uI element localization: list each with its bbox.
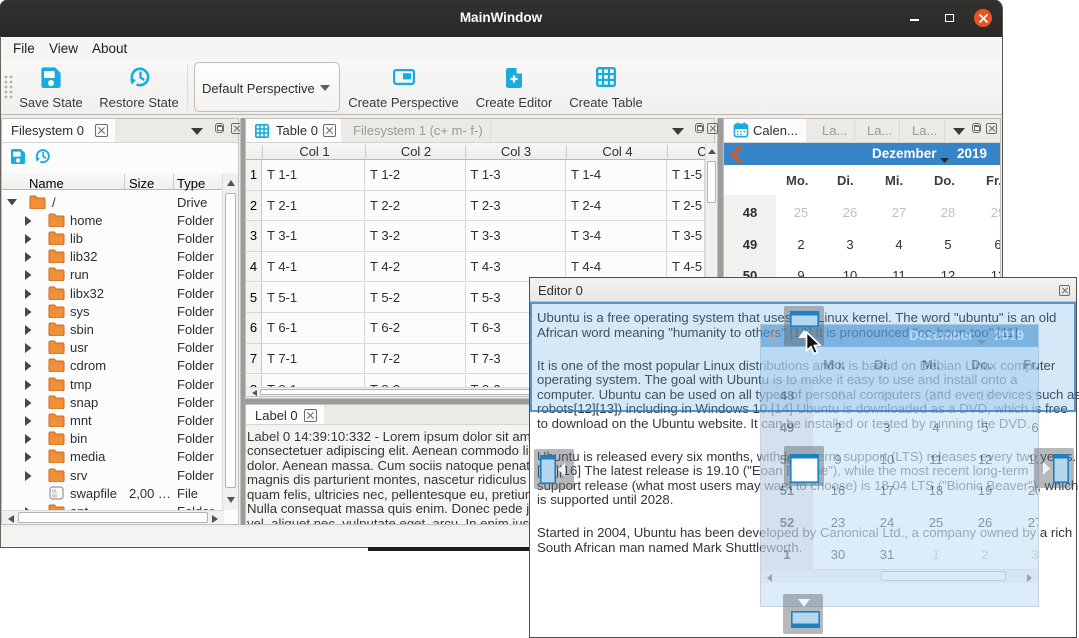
svg-text:00: 00: [52, 493, 58, 498]
